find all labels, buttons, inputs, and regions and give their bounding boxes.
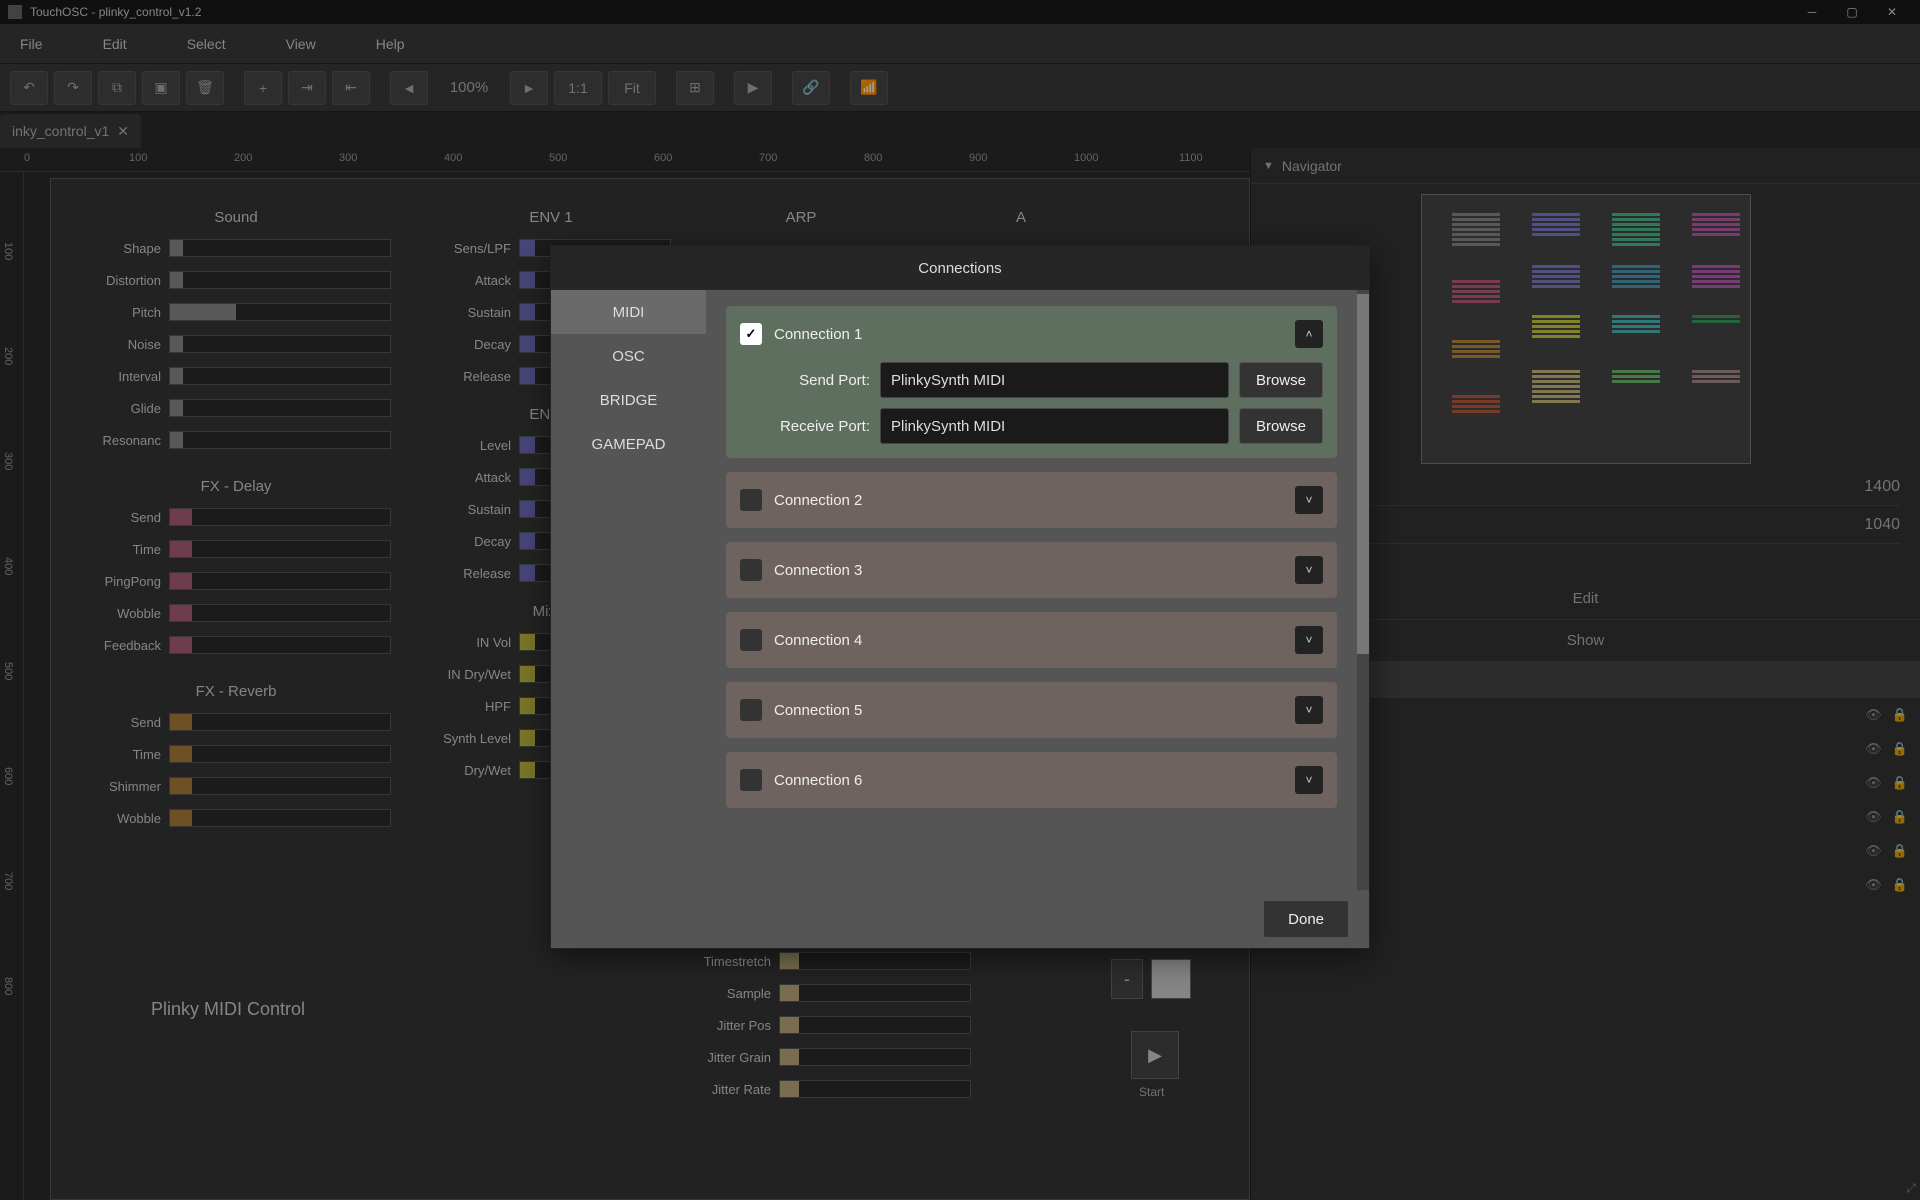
connection-block: Connection 3 ˅: [726, 542, 1337, 598]
expand-button[interactable]: ˅: [1295, 556, 1323, 584]
connection-block: Connection 4 ˅: [726, 612, 1337, 668]
connection-name: Connection 6: [774, 772, 1283, 789]
dialog-tab-bridge[interactable]: BRIDGE: [551, 378, 706, 422]
port-label: Send Port:: [740, 372, 870, 389]
dialog-tab-osc[interactable]: OSC: [551, 334, 706, 378]
connection-name: Connection 3: [774, 562, 1283, 579]
connection-checkbox[interactable]: [740, 489, 762, 511]
connection-checkbox[interactable]: [740, 559, 762, 581]
connection-block: Connection 2 ˅: [726, 472, 1337, 528]
port-input[interactable]: [880, 362, 1229, 398]
dialog-content: ✓ Connection 1 ˄ Send Port: Browse Receive Po…: [706, 290, 1357, 890]
connection-checkbox[interactable]: ✓: [740, 323, 762, 345]
dialog-tab-gamepad[interactable]: GAMEPAD: [551, 422, 706, 466]
connection-checkbox[interactable]: [740, 629, 762, 651]
connection-block: ✓ Connection 1 ˄ Send Port: Browse Receive Po…: [726, 306, 1337, 458]
browse-button[interactable]: Browse: [1239, 362, 1323, 398]
connection-name: Connection 1: [774, 326, 1283, 343]
connection-checkbox[interactable]: [740, 769, 762, 791]
port-label: Receive Port:: [740, 418, 870, 435]
connection-name: Connection 2: [774, 492, 1283, 509]
done-button[interactable]: Done: [1263, 900, 1349, 938]
expand-button[interactable]: ˅: [1295, 766, 1323, 794]
port-input[interactable]: [880, 408, 1229, 444]
expand-button[interactable]: ˅: [1295, 696, 1323, 724]
dialog-scrollbar[interactable]: [1357, 290, 1369, 890]
expand-button[interactable]: ˄: [1295, 320, 1323, 348]
dialog-sidebar: MIDIOSCBRIDGEGAMEPAD: [551, 290, 706, 890]
connection-block: Connection 5 ˅: [726, 682, 1337, 738]
dialog-title: Connections: [551, 246, 1369, 290]
connection-name: Connection 5: [774, 702, 1283, 719]
dialog-tab-midi[interactable]: MIDI: [551, 290, 706, 334]
browse-button[interactable]: Browse: [1239, 408, 1323, 444]
expand-button[interactable]: ˅: [1295, 626, 1323, 654]
connection-block: Connection 6 ˅: [726, 752, 1337, 808]
connection-name: Connection 4: [774, 632, 1283, 649]
connections-dialog: Connections MIDIOSCBRIDGEGAMEPAD ✓ Connec…: [550, 245, 1370, 949]
connection-checkbox[interactable]: [740, 699, 762, 721]
expand-button[interactable]: ˅: [1295, 486, 1323, 514]
